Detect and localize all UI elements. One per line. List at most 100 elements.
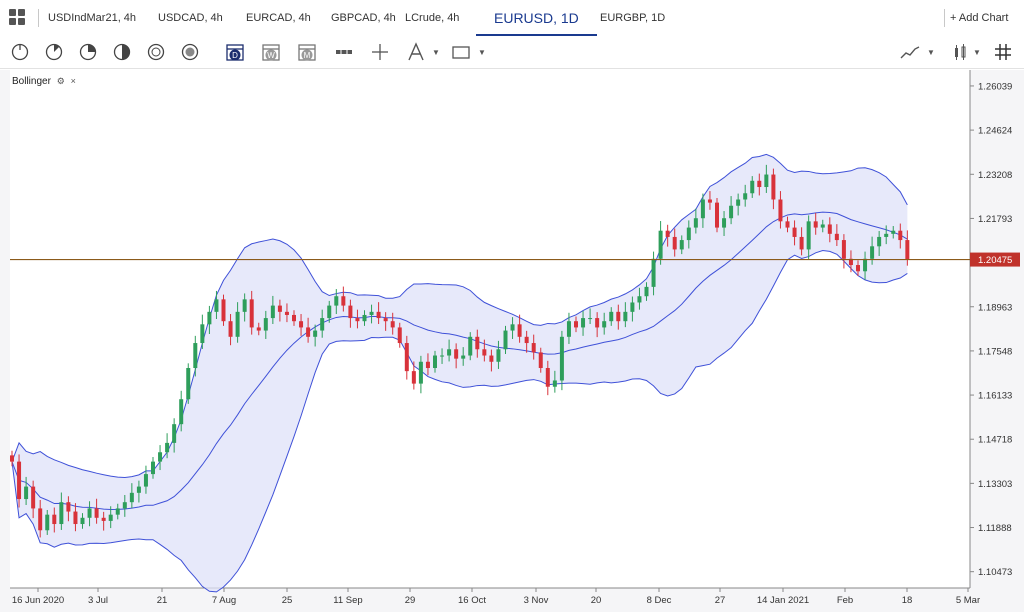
y-tick-label: 1.17548 xyxy=(978,346,1012,357)
candle-body xyxy=(313,330,318,337)
layout-grid-icon[interactable] xyxy=(9,9,25,25)
fibonacci-circle-icon[interactable] xyxy=(145,41,167,63)
candle-body xyxy=(122,502,127,509)
candle-body xyxy=(193,343,198,369)
candle-body xyxy=(623,311,628,322)
rectangle-dropdown-icon[interactable]: ▼ xyxy=(478,48,486,57)
candle-body xyxy=(771,174,776,200)
cycle-icon[interactable] xyxy=(179,41,201,63)
candle-body xyxy=(595,318,600,328)
trend-dropdown-icon[interactable]: ▼ xyxy=(927,48,935,57)
candle-body xyxy=(588,318,593,320)
candle-body xyxy=(136,486,141,493)
candle-body xyxy=(898,230,903,241)
candle-body xyxy=(863,258,868,272)
candle-body xyxy=(743,193,748,200)
crosshair-icon[interactable] xyxy=(369,41,391,63)
candle-body xyxy=(411,371,416,384)
candle-body xyxy=(545,368,550,387)
candle-body xyxy=(87,508,92,518)
pie-quarter-icon[interactable] xyxy=(43,41,65,63)
candle-body xyxy=(348,305,353,319)
grid-icon[interactable] xyxy=(992,41,1014,63)
candle-body xyxy=(158,452,163,462)
close-icon[interactable]: × xyxy=(71,76,76,86)
candle-body xyxy=(327,305,332,319)
candle-body xyxy=(320,318,325,331)
candle-body xyxy=(270,305,275,319)
y-tick-label: 1.16133 xyxy=(978,391,1012,402)
candle-body xyxy=(792,227,797,237)
candle-body xyxy=(73,511,78,525)
daily-calendar-icon[interactable]: D xyxy=(224,41,246,63)
drawing-toolbar: D W M ▼ ▼ ▼ ▼ xyxy=(0,36,1024,69)
price-chart[interactable]: 1.260391.246241.232081.217931.203781.189… xyxy=(0,70,1024,612)
candle-body xyxy=(376,311,381,319)
candle-body xyxy=(440,355,445,357)
candle-body xyxy=(221,299,226,322)
candle-body xyxy=(24,486,29,500)
candle-body xyxy=(496,349,501,362)
tab-gbpcad[interactable]: GBPCAD, 4h xyxy=(331,0,396,36)
candle-body xyxy=(841,240,846,259)
pie-half-icon[interactable] xyxy=(77,41,99,63)
candle-body xyxy=(242,299,247,312)
candle-body xyxy=(151,461,155,475)
candle-body xyxy=(856,265,860,272)
tab-eurusd[interactable]: EURUSD, 1D xyxy=(476,0,597,36)
y-tick-label: 1.26039 xyxy=(978,81,1012,92)
x-tick-label: 29 xyxy=(405,595,416,606)
candle-body xyxy=(172,424,177,443)
text-tool-dropdown-icon[interactable]: ▼ xyxy=(432,48,440,57)
candle-body xyxy=(334,296,339,306)
candlestick-chart[interactable]: 1.260391.246241.232081.217931.203781.189… xyxy=(0,70,1024,612)
candle-body xyxy=(559,336,564,381)
tab-usdindmar21[interactable]: USDIndMar21, 4h xyxy=(48,0,136,36)
candle-body xyxy=(292,314,296,322)
rectangle-tool-icon[interactable] xyxy=(450,41,472,63)
candle-body xyxy=(750,180,755,194)
candle-body xyxy=(870,246,875,259)
candle-body xyxy=(277,305,282,312)
candle-body xyxy=(531,343,536,353)
candle-body xyxy=(834,233,839,241)
monthly-calendar-icon[interactable]: M xyxy=(296,41,318,63)
candle-body xyxy=(884,233,889,237)
candle-body xyxy=(538,352,543,369)
tab-usdcad[interactable]: USDCAD, 4h xyxy=(158,0,223,36)
candle-body xyxy=(108,514,113,521)
candle-body xyxy=(799,236,804,250)
weekly-calendar-icon[interactable]: W xyxy=(260,41,282,63)
circle-tool-icon[interactable] xyxy=(9,41,31,63)
tab-eurgbp[interactable]: EURGBP, 1D xyxy=(600,0,665,36)
candle-body xyxy=(891,230,896,234)
x-tick-label: 8 Dec xyxy=(647,595,672,606)
candle-body xyxy=(609,311,614,322)
candle-body xyxy=(390,321,395,328)
candle-body xyxy=(186,368,191,400)
settings-icon[interactable]: ⚙ xyxy=(57,76,65,86)
candle-body xyxy=(566,321,571,337)
candle-body xyxy=(630,302,635,312)
x-tick-label: 18 xyxy=(902,595,913,606)
candle-body xyxy=(736,199,741,206)
x-tick-label: 20 xyxy=(591,595,602,606)
candle-body xyxy=(425,361,430,369)
candle-body xyxy=(115,508,120,515)
candle-body xyxy=(284,311,289,315)
measure-icon[interactable] xyxy=(333,41,355,63)
text-tool-icon[interactable] xyxy=(405,41,427,63)
trend-tool-icon[interactable] xyxy=(899,41,921,63)
half-circle-icon[interactable] xyxy=(111,41,133,63)
candle-body xyxy=(38,508,43,531)
candle-body xyxy=(418,361,423,384)
calendar-letter-m: M xyxy=(304,51,311,60)
add-chart-button[interactable]: + Add Chart xyxy=(950,0,1008,36)
candle-body xyxy=(581,318,586,328)
bar-type-dropdown-icon[interactable]: ▼ xyxy=(973,48,981,57)
candle-body xyxy=(143,474,148,487)
bar-type-icon[interactable] xyxy=(949,41,971,63)
tab-eurcad[interactable]: EURCAD, 4h xyxy=(246,0,311,36)
tab-lcrude[interactable]: LCrude, 4h xyxy=(405,0,459,36)
candle-body xyxy=(729,205,734,219)
